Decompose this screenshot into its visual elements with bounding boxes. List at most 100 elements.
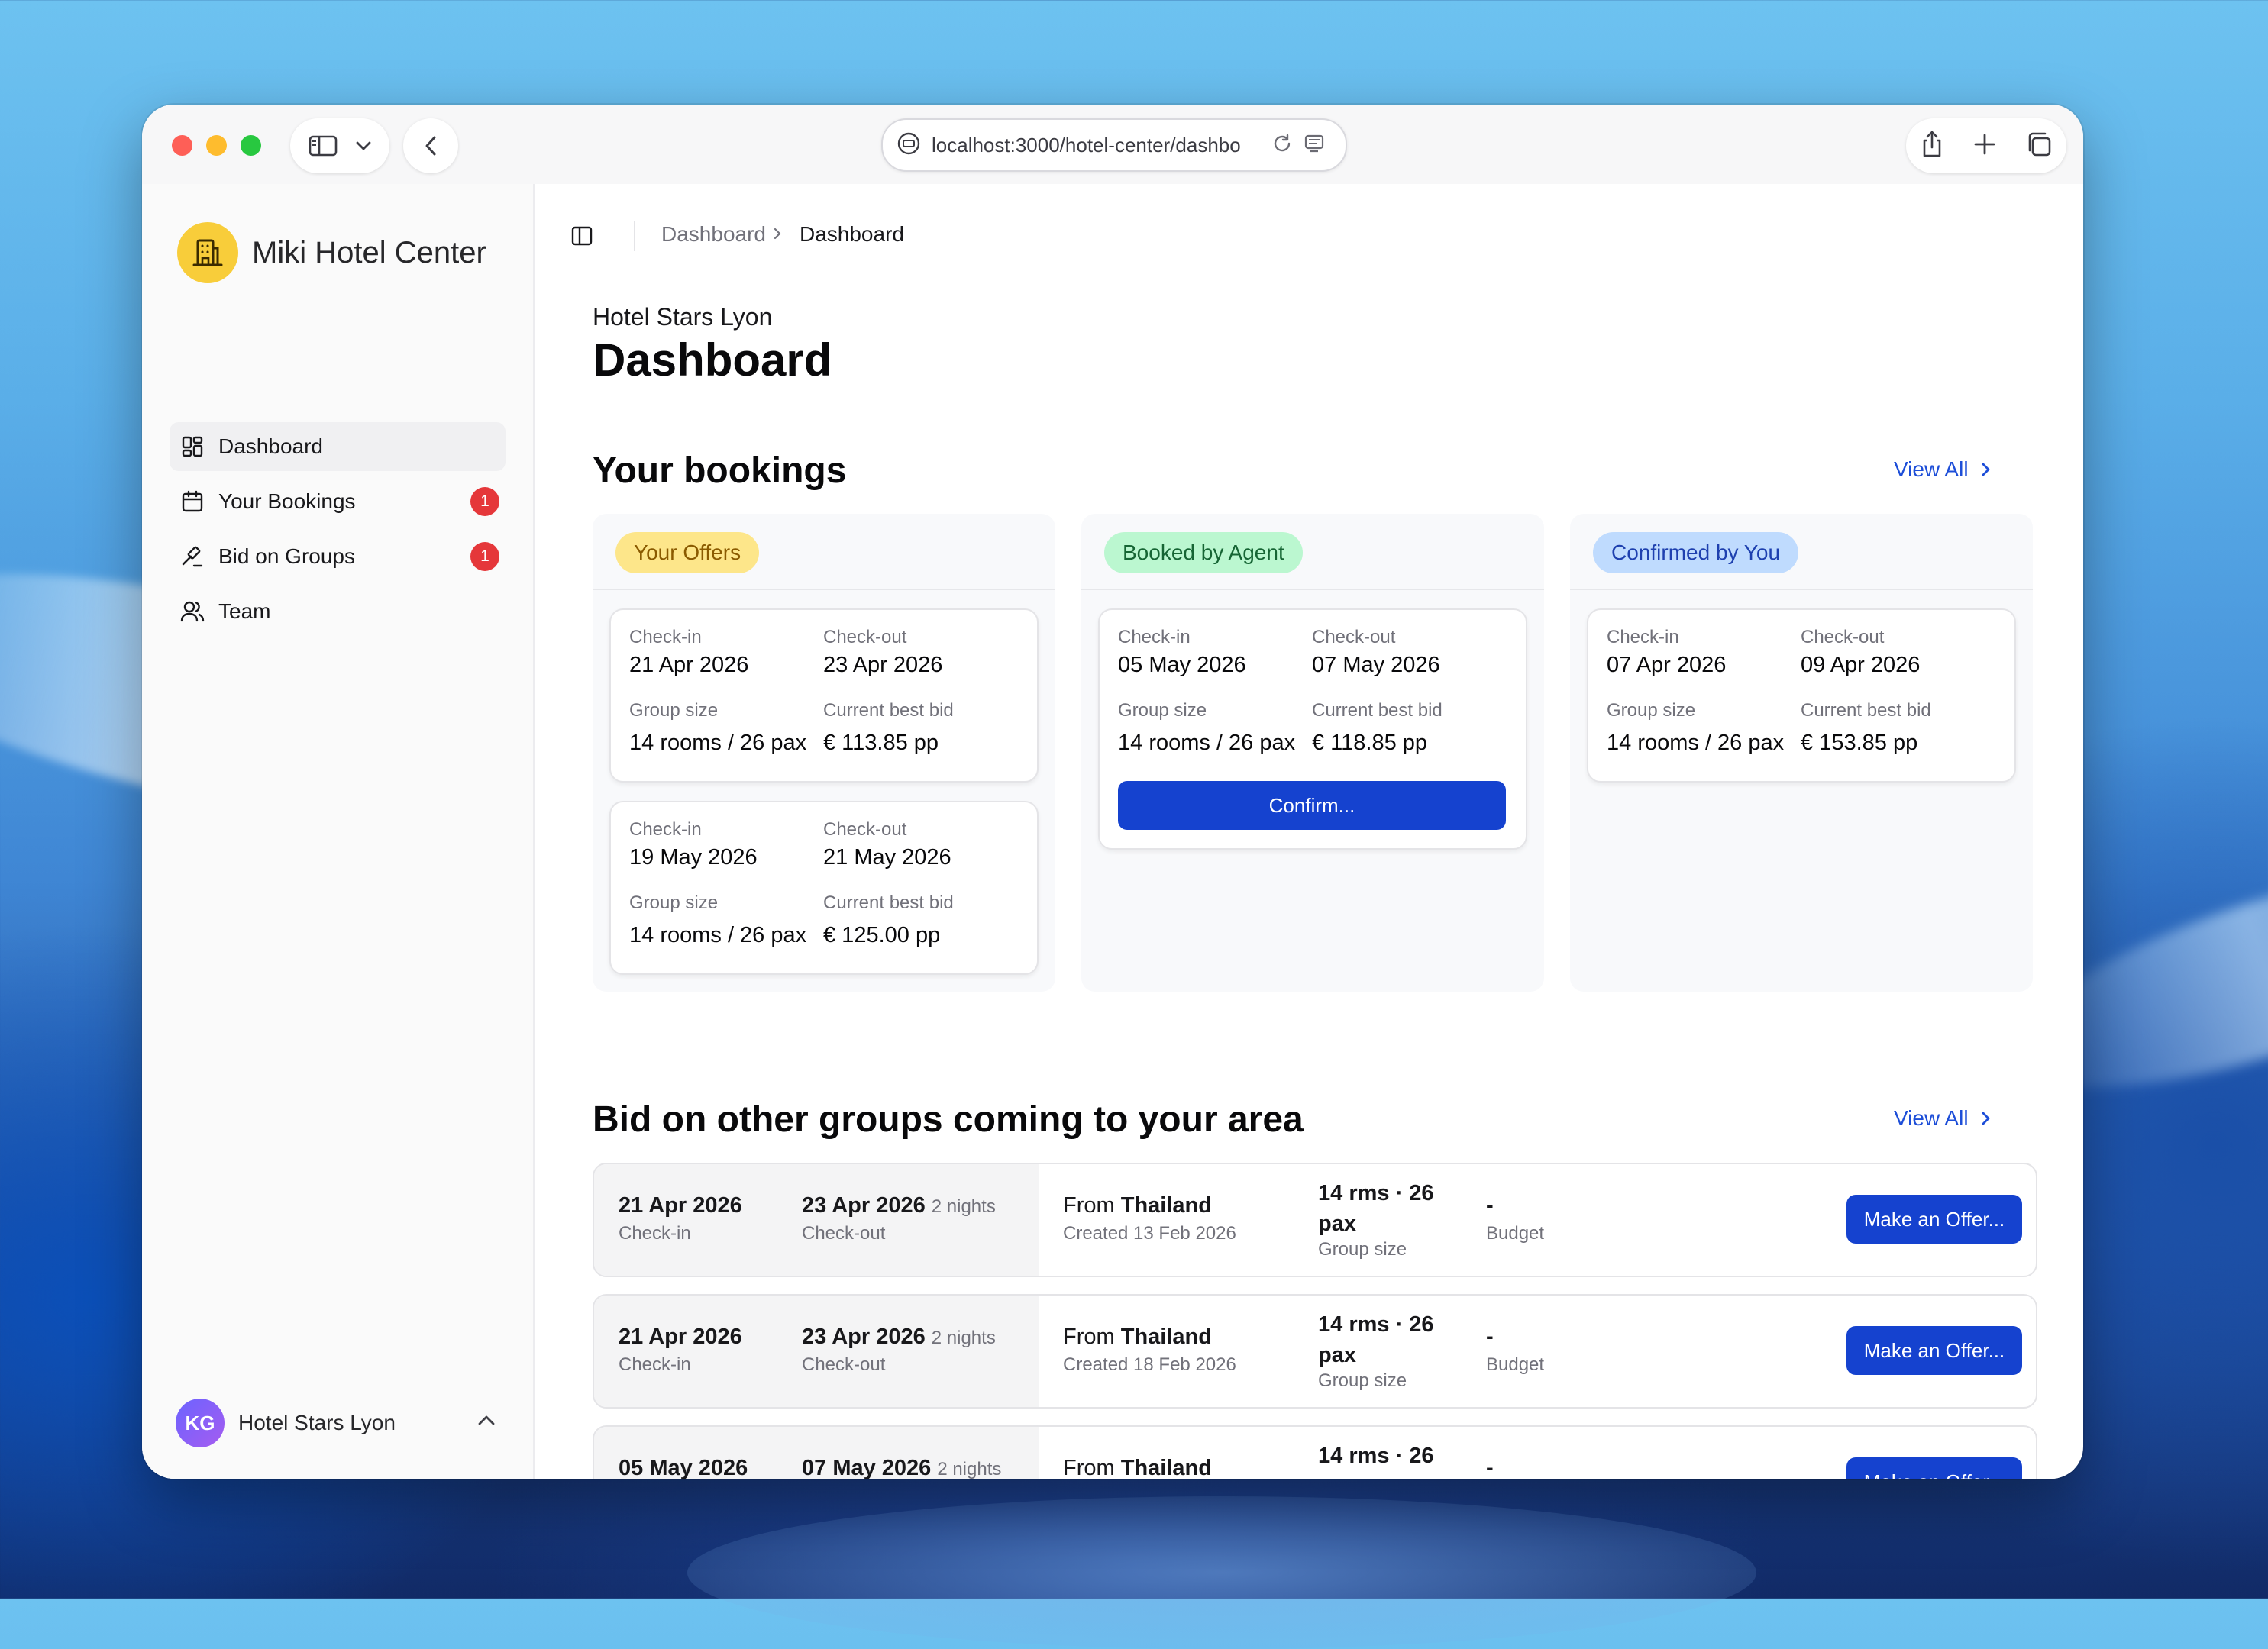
minimize-window-button[interactable] xyxy=(206,135,227,156)
checkin-label: Check-in xyxy=(629,627,702,647)
column-header: Booked by Agent xyxy=(1081,514,1544,590)
status-badge: Confirmed by You xyxy=(1593,532,1799,573)
checkin-label: Check-in xyxy=(619,1354,691,1375)
budget-value: - xyxy=(1486,1193,1494,1218)
reload-icon[interactable] xyxy=(1271,132,1294,159)
group-size-label: Group size xyxy=(629,700,719,721)
share-icon[interactable] xyxy=(1920,130,1944,163)
group-size-value: 14 rooms / 26 pax xyxy=(1607,731,1785,755)
group-size-value: 14 rms · 26 xyxy=(1318,1444,1434,1468)
group-size-label: Group size xyxy=(1118,700,1207,721)
checkin-label: Check-in xyxy=(1607,627,1679,647)
budget-label: Budget xyxy=(1486,1223,1545,1244)
browser-actions xyxy=(1906,118,2066,173)
chevron-up-icon[interactable] xyxy=(477,1413,496,1431)
checkin-date: 05 May 2026 xyxy=(1118,653,1246,677)
group-row[interactable]: 21 Apr 2026 Check-in 23 Apr 2026 2 nights… xyxy=(593,1294,2037,1409)
avatar: KG xyxy=(176,1399,225,1447)
checkin-date: 07 Apr 2026 xyxy=(1607,653,1727,677)
user-menu[interactable]: KG Hotel Stars Lyon xyxy=(176,1396,504,1450)
main-content: Dashboard Dashboard Hotel Stars Lyon Das… xyxy=(535,184,2074,1479)
booking-card[interactable]: Check-in 05 May 2026 Check-out 07 May 20… xyxy=(1098,608,1527,850)
group-size-value: 14 rooms / 26 pax xyxy=(1118,731,1296,755)
origin-country: Thailand xyxy=(1120,1456,1212,1479)
sidebar-toggle-icon[interactable] xyxy=(570,224,594,252)
groups-section-title: Bid on other groups coming to your area xyxy=(593,1099,1304,1140)
view-all-label: View All xyxy=(1894,457,1969,481)
origin-country: Thailand xyxy=(1120,1325,1212,1349)
user-name: Hotel Stars Lyon xyxy=(238,1411,396,1434)
bookings-view-all-link[interactable]: View All xyxy=(1894,457,1992,482)
checkout-label: Check-out xyxy=(802,1354,886,1375)
group-row[interactable]: 21 Apr 2026 Check-in 23 Apr 2026 2 nights… xyxy=(593,1163,2037,1277)
breadcrumb: Dashboard Dashboard xyxy=(661,222,904,247)
brand-name: Miki Hotel Center xyxy=(252,235,486,269)
browser-toolbar: localhost:3000/hotel-center/dashbo xyxy=(142,105,2083,184)
groups-view-all-link[interactable]: View All xyxy=(1894,1106,1992,1131)
make-offer-button[interactable]: Make an Offer... xyxy=(1846,1195,2022,1244)
make-offer-button[interactable]: Make an Offer... xyxy=(1846,1326,2022,1375)
chevron-right-icon xyxy=(1982,1112,1989,1125)
chevron-down-icon[interactable] xyxy=(355,140,372,151)
checkin-label: Check-in xyxy=(619,1223,691,1244)
back-arrow-icon xyxy=(425,136,436,156)
notification-badge: 1 xyxy=(470,542,499,571)
best-bid-value: € 113.85 pp xyxy=(823,731,939,755)
sidebar-item-bid-on-groups[interactable]: Bid on Groups 1 xyxy=(170,532,506,581)
sidebar-item-team[interactable]: Team xyxy=(170,587,506,636)
origin-country: Thailand xyxy=(1120,1193,1212,1218)
booking-card[interactable]: Check-in 07 Apr 2026 Check-out 09 Apr 20… xyxy=(1587,608,2016,783)
reader-mode-icon[interactable] xyxy=(1303,132,1326,159)
best-bid-value: € 153.85 pp xyxy=(1801,731,1918,755)
checkout-date: 23 Apr 2026 xyxy=(802,1325,926,1349)
view-all-label: View All xyxy=(1894,1106,1969,1130)
notification-badge: 1 xyxy=(470,487,499,516)
nights-count: 2 nights xyxy=(931,1196,996,1217)
group-size-label: Group size xyxy=(1318,1239,1407,1260)
group-size-value: 14 rooms / 26 pax xyxy=(629,923,807,947)
budget-value: - xyxy=(1486,1456,1494,1479)
sidebar-item-label: Team xyxy=(218,599,271,623)
page-title: Dashboard xyxy=(593,334,832,386)
group-size-label: Group size xyxy=(1318,1370,1407,1391)
group-size-value: 14 rooms / 26 pax xyxy=(629,731,807,755)
best-bid-value: € 125.00 pp xyxy=(823,923,941,947)
column-header: Your Offers xyxy=(593,514,1055,590)
checkin-label: Check-in xyxy=(1118,627,1191,647)
column-header: Confirmed by You xyxy=(1570,514,2033,590)
sidebar-item-dashboard[interactable]: Dashboard xyxy=(170,422,506,471)
group-size-value: 14 rms · 26 pax xyxy=(1318,1181,1434,1236)
from-label: From xyxy=(1063,1325,1115,1349)
wallpaper-glow xyxy=(687,1496,1756,1649)
booking-card[interactable]: Check-in 21 Apr 2026 Check-out 23 Apr 20… xyxy=(609,608,1039,783)
from-label: From xyxy=(1063,1456,1115,1479)
bookings-column-confirmed-by-you: Confirmed by You Check-in 07 Apr 2026 Ch… xyxy=(1570,514,2033,992)
sidebar-item-label: Dashboard xyxy=(218,434,323,458)
new-tab-icon[interactable] xyxy=(1972,132,1997,160)
tab-overview-icon[interactable] xyxy=(2025,131,2053,162)
created-date: Created 13 Feb 2026 xyxy=(1063,1223,1236,1244)
browser-window: localhost:3000/hotel-center/dashbo Miki … xyxy=(142,105,2083,1479)
confirm-button[interactable]: Confirm... xyxy=(1118,781,1506,830)
checkout-label: Check-out xyxy=(1312,627,1396,647)
zoom-window-button[interactable] xyxy=(241,135,261,156)
back-button[interactable] xyxy=(403,118,458,173)
hotel-name: Hotel Stars Lyon xyxy=(593,303,773,331)
breadcrumb-parent[interactable]: Dashboard xyxy=(661,222,766,247)
close-window-button[interactable] xyxy=(172,135,192,156)
address-bar[interactable]: localhost:3000/hotel-center/dashbo xyxy=(881,118,1347,172)
breadcrumb-current: Dashboard xyxy=(799,222,904,246)
url-text: localhost:3000/hotel-center/dashbo xyxy=(932,133,1241,157)
booking-card[interactable]: Check-in 19 May 2026 Check-out 21 May 20… xyxy=(609,801,1039,975)
brand[interactable]: Miki Hotel Center xyxy=(177,222,486,283)
sidebar-item-your-bookings[interactable]: Your Bookings 1 xyxy=(170,477,506,526)
created-date: Created 18 Feb 2026 xyxy=(1063,1354,1236,1375)
browser-sidebar-icon[interactable] xyxy=(308,134,338,158)
checkin-date: 21 Apr 2026 xyxy=(619,1325,742,1349)
checkout-label: Check-out xyxy=(1801,627,1885,647)
hotel-building-icon xyxy=(177,222,238,283)
site-info-icon[interactable] xyxy=(897,131,921,160)
make-offer-button[interactable]: Make an Offer... xyxy=(1846,1457,2022,1479)
group-row[interactable]: 05 May 2026 07 May 2026 2 nights From Tha… xyxy=(593,1425,2037,1479)
checkout-date: 07 May 2026 xyxy=(1312,653,1440,677)
